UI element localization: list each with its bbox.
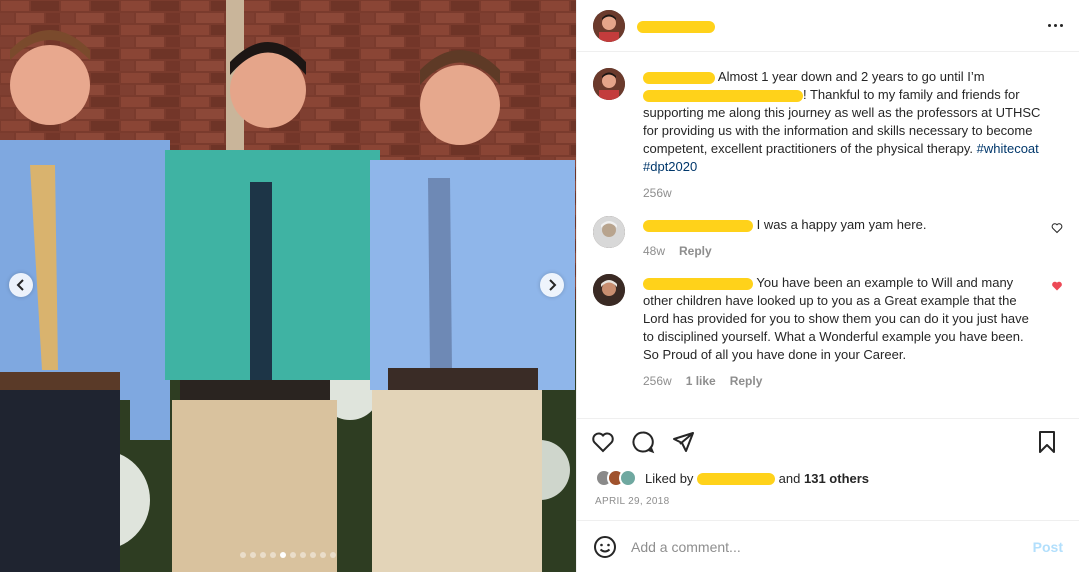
action-bar [577, 418, 1079, 464]
redaction-mark [643, 219, 753, 232]
add-comment-bar: Post [577, 520, 1079, 572]
comment-time[interactable]: 256w [643, 372, 672, 390]
carousel-dot [330, 552, 336, 558]
caption-time[interactable]: 256w [643, 184, 672, 202]
likes-text: Liked by and 131 others [645, 471, 869, 486]
share-paper-plane-icon[interactable] [671, 430, 695, 454]
likes-prefix: Liked by [645, 470, 694, 486]
author-username[interactable] [637, 18, 715, 34]
liker-avatars[interactable] [595, 469, 637, 487]
carousel-dot [270, 552, 276, 558]
post-photo[interactable] [0, 0, 576, 572]
carousel-dot [240, 552, 246, 558]
reply-button[interactable]: Reply [730, 372, 763, 390]
comment-likes[interactable]: 1 like [686, 372, 716, 390]
reply-button[interactable]: Reply [679, 242, 712, 260]
carousel-next-button[interactable] [540, 273, 564, 297]
post-image [0, 0, 576, 572]
comment-item: You have been an example to Will and man… [593, 274, 1063, 390]
carousel-prev-button[interactable] [9, 273, 33, 297]
carousel-dot [300, 552, 306, 558]
redaction-mark [643, 277, 753, 290]
comment-bubble-icon[interactable] [631, 430, 655, 454]
carousel-dot [320, 552, 326, 558]
chevron-left-icon [16, 279, 24, 291]
likes-others-link[interactable]: 131 others [804, 471, 869, 486]
post-button[interactable]: Post [1033, 539, 1063, 555]
caption-text-start: Almost 1 year down and 2 years to go unt… [717, 69, 985, 84]
comments-list: Almost 1 year down and 2 years to go unt… [577, 52, 1079, 418]
commenter-avatar[interactable] [593, 216, 625, 248]
comment-input[interactable] [631, 538, 1033, 555]
carousel-dot [290, 552, 296, 558]
post-details-panel: Almost 1 year down and 2 years to go unt… [576, 0, 1079, 572]
redaction-mark [697, 473, 776, 486]
like-heart-icon[interactable] [591, 430, 615, 454]
more-options-button[interactable] [1048, 24, 1063, 27]
more-horizontal-icon [1048, 24, 1051, 27]
emoji-icon[interactable] [593, 535, 617, 559]
heart-filled-icon[interactable] [1051, 280, 1063, 292]
post-date[interactable]: APRIL 29, 2018 [577, 492, 1079, 520]
redaction-mark [643, 71, 715, 84]
chevron-right-icon [549, 279, 557, 291]
heart-outline-icon[interactable] [1051, 222, 1063, 234]
caption-avatar[interactable] [593, 68, 625, 100]
commenter-avatar[interactable] [593, 274, 625, 306]
carousel-dot [310, 552, 316, 558]
redaction-mark [637, 20, 715, 33]
likes-summary: Liked by and 131 others [577, 464, 1079, 492]
carousel-dot [280, 552, 286, 558]
bookmark-icon[interactable] [1035, 430, 1059, 454]
carousel-dot [260, 552, 266, 558]
likes-conjunction: and [778, 470, 801, 486]
carousel-dot [250, 552, 256, 558]
redaction-mark [643, 89, 803, 102]
post-header [577, 0, 1079, 52]
comment-text: I was a happy yam yam here. [756, 217, 927, 232]
comment-time[interactable]: 48w [643, 242, 665, 260]
comment-item: I was a happy yam yam here. 48w Reply [593, 216, 1063, 260]
carousel-indicator [240, 552, 336, 558]
caption: Almost 1 year down and 2 years to go unt… [593, 68, 1063, 202]
author-avatar[interactable] [593, 9, 625, 42]
